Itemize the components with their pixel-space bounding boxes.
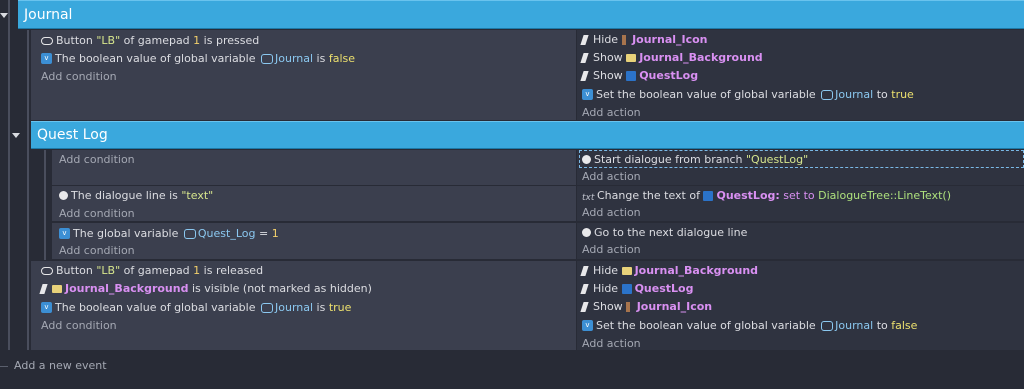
dialogue-icon	[582, 155, 591, 164]
visibility-icon	[39, 283, 48, 294]
add-condition-link[interactable]: Add condition	[59, 205, 135, 222]
event5-action-1[interactable]: Hide Journal_Background	[580, 262, 758, 279]
global-variable-icon	[261, 53, 273, 64]
collapse-questlog-arrow[interactable]	[12, 133, 20, 138]
indent-line-2	[44, 150, 46, 260]
variable-icon: v	[582, 89, 593, 100]
add-action-link[interactable]: Add action	[582, 168, 641, 185]
add-action-link[interactable]: Add action	[582, 104, 641, 121]
event4-action-1[interactable]: Go to the next dialogue line	[582, 224, 747, 241]
event5-condition-3[interactable]: v The boolean value of global variable J…	[41, 299, 351, 316]
add-new-event-link[interactable]: Add a new event	[14, 357, 107, 374]
visibility-icon	[580, 265, 589, 276]
event4-condition-1[interactable]: v The global variable Quest_Log = 1	[59, 225, 279, 242]
variable-icon: v	[59, 228, 70, 239]
group-questlog-header[interactable]: Quest Log	[31, 121, 1024, 149]
journal-object-icon	[621, 266, 632, 275]
event5-action-3[interactable]: Show Journal_Icon	[580, 298, 712, 315]
group-journal-header[interactable]: Journal	[18, 0, 1024, 29]
variable-icon: v	[41, 302, 52, 313]
event3-action-1[interactable]: txt Change the text of QuestLog: set to …	[582, 187, 951, 204]
sprite-object-icon	[621, 34, 626, 45]
add-action-link[interactable]: Add action	[582, 241, 641, 258]
event5-action-2[interactable]: Hide QuestLog	[580, 280, 693, 297]
text-icon: txt	[582, 193, 595, 203]
visibility-icon	[580, 34, 589, 45]
event1-condition-1[interactable]: Button "LB" of gamepad 1 is pressed	[41, 32, 259, 49]
event1-condition-2[interactable]: v The boolean value of global variable J…	[41, 50, 355, 67]
gamepad-icon	[41, 266, 53, 275]
add-action-link[interactable]: Add action	[582, 204, 641, 221]
event1-action-1[interactable]: Hide Journal_Icon	[580, 31, 708, 48]
add-condition-link[interactable]: Add condition	[41, 317, 117, 334]
global-variable-icon	[821, 89, 834, 100]
dialogue-icon	[59, 191, 68, 200]
event3-condition-1[interactable]: The dialogue line is "text"	[59, 187, 213, 204]
journal-object-icon	[52, 284, 62, 293]
event1-action-3[interactable]: Show QuestLog	[580, 67, 698, 84]
global-variable-icon	[821, 320, 834, 331]
group-journal-title: Journal	[24, 6, 73, 23]
visibility-icon	[580, 70, 589, 81]
add-condition-link[interactable]: Add condition	[59, 242, 135, 259]
event2-action-1[interactable]: Start dialogue from branch "QuestLog"	[582, 151, 808, 168]
visibility-icon	[580, 283, 589, 294]
visibility-icon	[580, 301, 589, 312]
sprite-object-icon	[626, 301, 631, 312]
event5-condition-2[interactable]: Journal_Background is visible (not marke…	[39, 280, 372, 297]
add-condition-link[interactable]: Add condition	[41, 68, 117, 85]
global-variable-icon	[183, 228, 196, 239]
visibility-icon	[580, 52, 589, 63]
text-object-icon	[626, 70, 637, 81]
event5-condition-1[interactable]: Button "LB" of gamepad 1 is released	[41, 262, 263, 279]
add-condition-link[interactable]: Add condition	[59, 151, 135, 168]
variable-icon: v	[41, 53, 52, 64]
gamepad-icon	[41, 36, 53, 45]
add-action-link[interactable]: Add action	[582, 335, 641, 352]
left-gutter-line	[8, 0, 10, 350]
event5-action-4[interactable]: v Set the boolean value of global variab…	[582, 317, 917, 334]
text-object-icon	[621, 283, 632, 294]
indent-line	[27, 30, 29, 350]
text-object-icon	[703, 190, 714, 201]
group-questlog-title: Quest Log	[37, 127, 108, 143]
collapse-journal-arrow[interactable]	[0, 13, 8, 18]
dialogue-icon	[582, 228, 591, 237]
event1-action-2[interactable]: Show Journal_Background	[580, 49, 763, 66]
variable-icon: v	[582, 320, 593, 331]
add-event-divider	[0, 366, 8, 367]
event1-action-4[interactable]: v Set the boolean value of global variab…	[582, 86, 914, 103]
global-variable-icon	[261, 302, 273, 313]
journal-object-icon	[626, 53, 637, 62]
